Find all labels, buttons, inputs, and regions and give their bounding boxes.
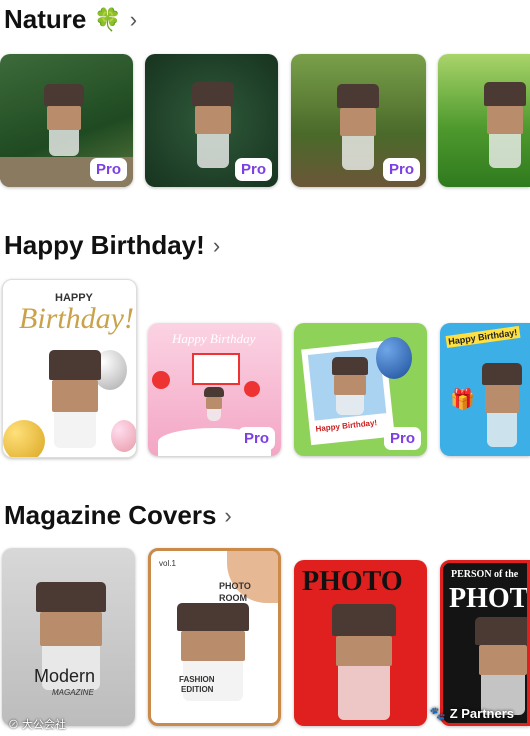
magazine-edition: EDITION — [181, 685, 214, 694]
section-title-text: Happy Birthday! — [4, 230, 205, 260]
pro-badge: Pro — [89, 158, 127, 181]
cup-image — [332, 604, 396, 722]
balloon-red — [152, 371, 170, 389]
chevron-right-icon: › — [212, 232, 221, 258]
section-title-birthday[interactable]: Happy Birthday! › — [4, 230, 220, 261]
magazine-card-3[interactable]: PHOTO — [294, 560, 427, 726]
magazine-top-text: PERSON of the — [451, 569, 519, 580]
chevron-right-icon: › — [224, 502, 232, 528]
magazine-fashion: FASHION — [179, 675, 215, 684]
magazine-title: PHOTO — [302, 566, 403, 597]
nature-card-1[interactable]: Pro — [0, 54, 133, 187]
section-title-text: Nature — [4, 4, 87, 34]
section-title-text: Magazine Covers — [4, 500, 217, 530]
cup-image — [337, 84, 379, 174]
card-text-banner: Happy Birthday! — [315, 418, 378, 434]
card-text: Happy Birthday! — [445, 325, 520, 349]
balloon-red — [244, 381, 260, 397]
balloon-gold — [3, 420, 45, 457]
nature-card-2[interactable]: Pro — [145, 54, 278, 187]
magazine-card-1[interactable]: Modern MAGAZINE — [2, 548, 135, 726]
birthday-card-3[interactable]: Happy Birthday! Pro — [294, 323, 427, 456]
pro-badge: Pro — [237, 427, 275, 450]
watermark-left: ⊘ 大公会社 — [8, 719, 67, 731]
clover-icon: 🍀 — [94, 6, 122, 32]
cup-image — [475, 617, 527, 717]
section-title-magazine[interactable]: Magazine Covers › — [4, 500, 232, 531]
gift-icon: 🎁 — [450, 389, 475, 411]
birthday-card-1[interactable]: HAPPY Birthday! — [2, 279, 137, 458]
magazine-title: Modern — [34, 666, 96, 686]
magazine-subtitle: MAGAZINE — [52, 688, 94, 697]
cup-image — [204, 387, 224, 423]
cup-image — [192, 82, 234, 172]
card-text: Happy Birthday — [172, 331, 256, 346]
nature-card-4[interactable] — [438, 54, 530, 187]
birthday-card-4[interactable]: Happy Birthday! 🎁 — [440, 323, 530, 456]
gift-box — [192, 353, 240, 385]
birthday-card-2[interactable]: Happy Birthday Pro — [148, 323, 281, 456]
cup-image — [44, 84, 84, 159]
magazine-card-2[interactable]: vol.1 PHOTO ROOM FASHION EDITION — [148, 548, 281, 726]
balloon-blue — [376, 337, 412, 379]
pro-badge: Pro — [382, 158, 420, 181]
cup-image — [332, 357, 368, 417]
cup-image — [482, 363, 522, 449]
magazine-vol: vol.1 — [159, 559, 176, 568]
pro-badge: Pro — [383, 427, 421, 450]
nature-card-3[interactable]: Pro — [291, 54, 426, 187]
chevron-right-icon: › — [129, 6, 138, 32]
cup-image — [484, 82, 526, 172]
magazine-card-4[interactable]: PERSON of the PHOT — [440, 560, 530, 726]
cup-image — [49, 350, 101, 450]
magazine-room: ROOM — [219, 593, 247, 603]
section-title-nature[interactable]: Nature 🍀 › — [4, 4, 137, 35]
balloon-pink — [111, 420, 136, 452]
magazine-photo: PHOTO — [219, 581, 251, 591]
magazine-title: PHOT — [449, 583, 529, 614]
pro-badge: Pro — [234, 158, 272, 181]
watermark-right: 🐾 Z Partners — [429, 706, 514, 721]
card-text-birthday: Birthday! — [19, 302, 134, 335]
